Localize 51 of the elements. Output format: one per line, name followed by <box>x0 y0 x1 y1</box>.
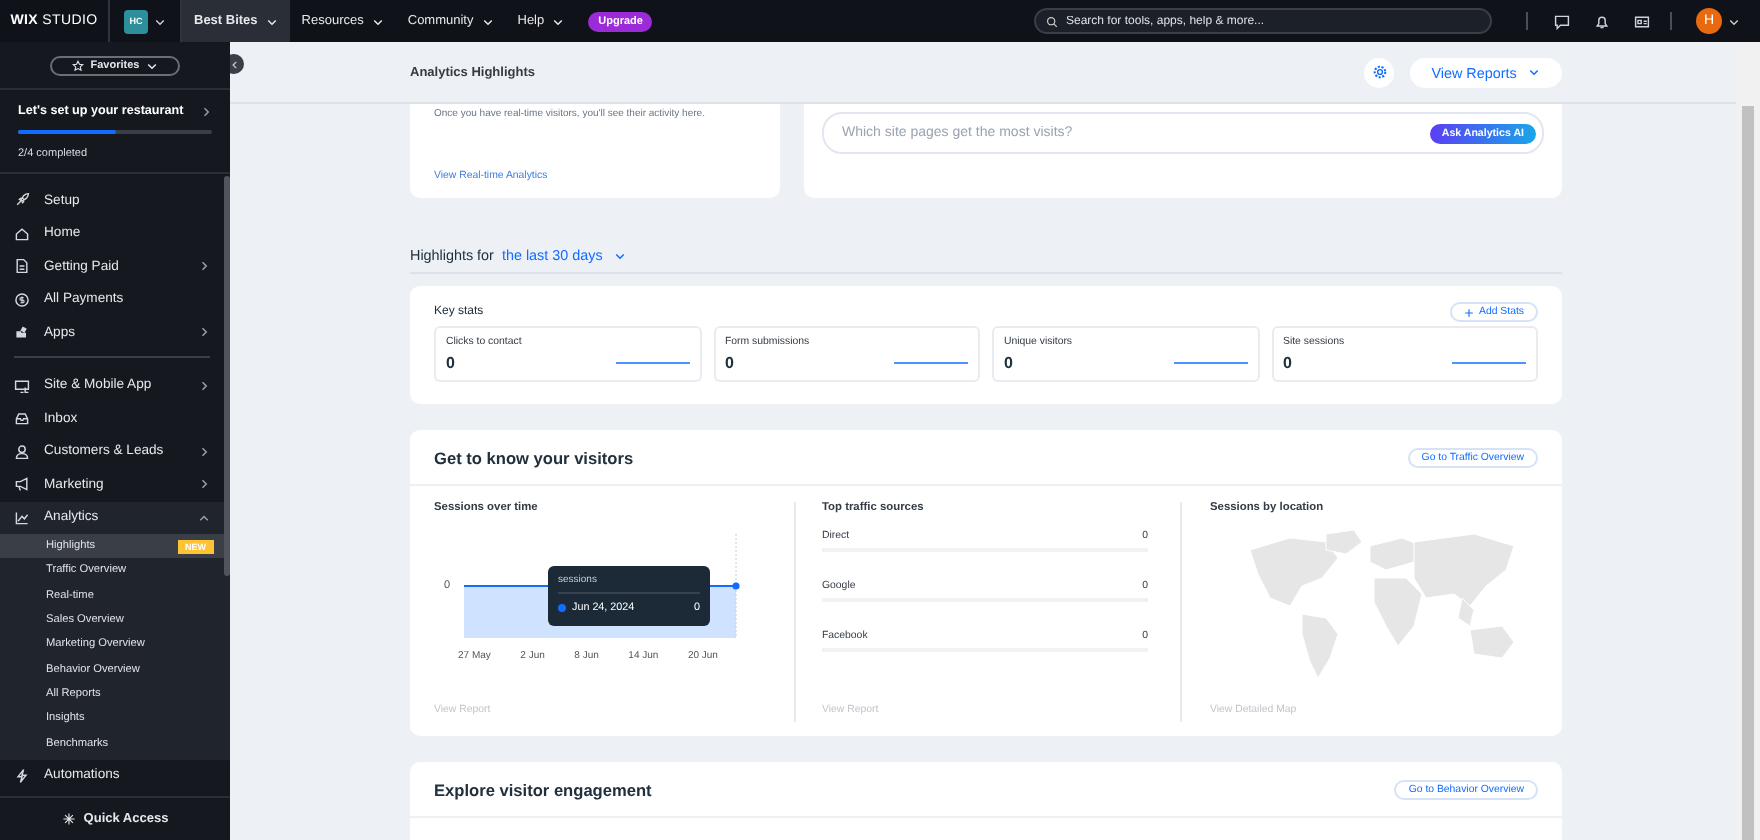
inbox-icon <box>14 410 30 427</box>
stat-value: 0 <box>446 354 455 372</box>
dollar-icon <box>14 291 30 308</box>
chevron-icon <box>154 15 166 27</box>
chevron-icon <box>145 59 158 71</box>
chevron-icon <box>371 15 384 27</box>
scrollbar[interactable] <box>1736 42 1760 840</box>
sparkline <box>1173 360 1247 366</box>
collapse-button[interactable] <box>230 54 244 74</box>
sparkle-icon <box>61 812 76 826</box>
rocket-icon <box>14 192 30 209</box>
stat-value: 0 <box>725 354 734 372</box>
bolt-icon <box>14 767 30 784</box>
card-title: Get to know your visitors <box>434 447 634 467</box>
chevron-icon <box>198 511 210 524</box>
scrollbar[interactable] <box>224 176 230 576</box>
chat-icon[interactable] <box>1554 13 1570 29</box>
chevron-icon <box>198 478 210 491</box>
plus-icon <box>1463 307 1473 317</box>
chevron-icon <box>552 15 565 27</box>
stat-value: 0 <box>1004 354 1013 372</box>
chart-icon <box>14 509 30 526</box>
card-title: Explore visitor engagement <box>434 779 652 799</box>
chevron-icon <box>198 379 210 392</box>
id-card-icon[interactable] <box>1634 13 1650 29</box>
blocks-icon <box>14 324 30 341</box>
chevron-icon <box>1728 15 1740 27</box>
chevron-icon <box>481 15 494 27</box>
settings-button[interactable] <box>1364 57 1394 87</box>
sparkline <box>1452 360 1526 366</box>
settings-icon <box>1371 64 1387 80</box>
document-icon <box>14 258 30 275</box>
chevron-icon <box>1528 66 1541 78</box>
legend-dot <box>558 604 566 612</box>
star-icon <box>72 59 85 71</box>
home-icon <box>14 225 30 242</box>
chevron-icon <box>198 260 210 273</box>
bell-icon[interactable] <box>1594 13 1610 29</box>
sparkline <box>615 360 689 366</box>
monitor-icon <box>14 377 30 394</box>
sparkline <box>894 360 968 366</box>
chevron-icon <box>230 59 239 69</box>
chevron-icon <box>198 326 210 339</box>
chevron-icon <box>200 105 212 117</box>
person-icon <box>14 443 30 460</box>
stat-value: 0 <box>1283 354 1292 372</box>
megaphone-icon <box>14 476 30 493</box>
chevron-icon <box>265 15 278 27</box>
chevron-icon <box>614 249 627 261</box>
chevron-icon <box>198 445 210 458</box>
search-icon <box>1046 15 1058 27</box>
